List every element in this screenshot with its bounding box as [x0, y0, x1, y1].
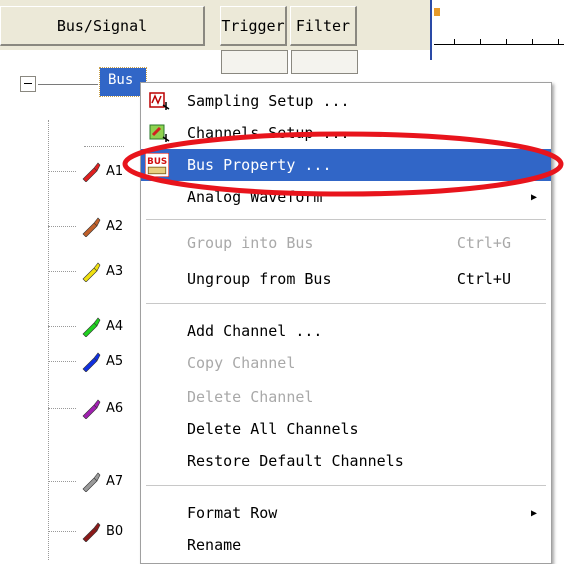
submenu-arrow-icon: ▶ [530, 191, 537, 203]
ruler-tick [454, 39, 455, 45]
channel-label: A3 [106, 263, 124, 279]
menu-item-restore-default-channels[interactable]: Restore Default Channels [141, 445, 551, 477]
tree-connector [48, 480, 76, 482]
tree-connector [48, 360, 76, 362]
menu-item-group-into-bus[interactable]: Group into Bus Ctrl+G [141, 227, 551, 259]
submenu-arrow-icon: ▶ [530, 507, 537, 519]
channel-label: A5 [106, 353, 124, 369]
tree-connector [48, 530, 76, 532]
context-menu: Sampling Setup ... Channels Setup ... BU… [140, 82, 552, 564]
tree-connector [48, 407, 76, 409]
tree-connector [84, 146, 124, 147]
menu-item-ungroup-from-bus[interactable]: Ungroup from Bus Ctrl+U [141, 263, 551, 295]
menu-item-analog-waveform[interactable]: Analog Waveform ▶ [141, 181, 551, 213]
tree-connector [48, 325, 76, 327]
bus-signal-column-header[interactable]: Bus/Signal [0, 6, 205, 46]
ruler-tick [558, 39, 559, 45]
waveform-time-ruler [430, 0, 564, 60]
menu-item-bus-property[interactable]: BUS Bus Property ... [141, 149, 551, 181]
probe-icon [82, 162, 101, 182]
menu-item-format-row[interactable]: Format Row ▶ [141, 497, 551, 529]
menu-separator [146, 219, 546, 220]
ruler-tick [506, 39, 507, 45]
probe-icon [82, 399, 101, 419]
channel-label: A7 [106, 473, 124, 489]
probe-icon [82, 317, 101, 337]
filter-cell[interactable] [291, 50, 358, 74]
probe-icon [82, 522, 101, 542]
time-marker-icon[interactable] [434, 8, 440, 16]
trigger-column-header[interactable]: Trigger [220, 6, 287, 46]
bus-property-icon: BUS [145, 153, 169, 177]
menu-separator [146, 303, 546, 304]
tree-connector [48, 225, 76, 227]
channel-label: A6 [106, 400, 124, 416]
channels-setup-icon [149, 124, 170, 142]
probe-icon [82, 217, 101, 237]
ruler-tick [480, 39, 481, 45]
svg-text:BUS: BUS [147, 157, 167, 167]
channel-label: B0 [106, 523, 124, 539]
probe-icon [82, 352, 101, 372]
menu-separator [146, 485, 546, 486]
tree-connector [38, 84, 98, 85]
ruler-tick [532, 39, 533, 45]
channel-label: A2 [106, 218, 124, 234]
menu-item-delete-all-channels[interactable]: Delete All Channels [141, 413, 551, 445]
ruler-divider [430, 0, 432, 60]
trigger-cell[interactable] [221, 50, 288, 74]
sampling-setup-icon [149, 92, 170, 110]
probe-icon [82, 262, 101, 282]
tree-connector [48, 170, 76, 172]
filter-column-header[interactable]: Filter [290, 6, 357, 46]
menu-item-add-channel[interactable]: Add Channel ... [141, 315, 551, 347]
channel-label: A4 [106, 318, 124, 334]
probe-icon [82, 472, 101, 492]
collapse-toggle-icon[interactable] [20, 76, 36, 92]
tree-connector [48, 270, 76, 272]
menu-item-channels-setup[interactable]: Channels Setup ... [141, 117, 551, 149]
menu-item-sampling-setup[interactable]: Sampling Setup ... [141, 85, 551, 117]
menu-item-delete-channel[interactable]: Delete Channel [141, 381, 551, 413]
channel-label: A1 [106, 163, 124, 179]
menu-item-rename[interactable]: Rename [141, 529, 551, 561]
menu-item-copy-channel[interactable]: Copy Channel [141, 347, 551, 379]
